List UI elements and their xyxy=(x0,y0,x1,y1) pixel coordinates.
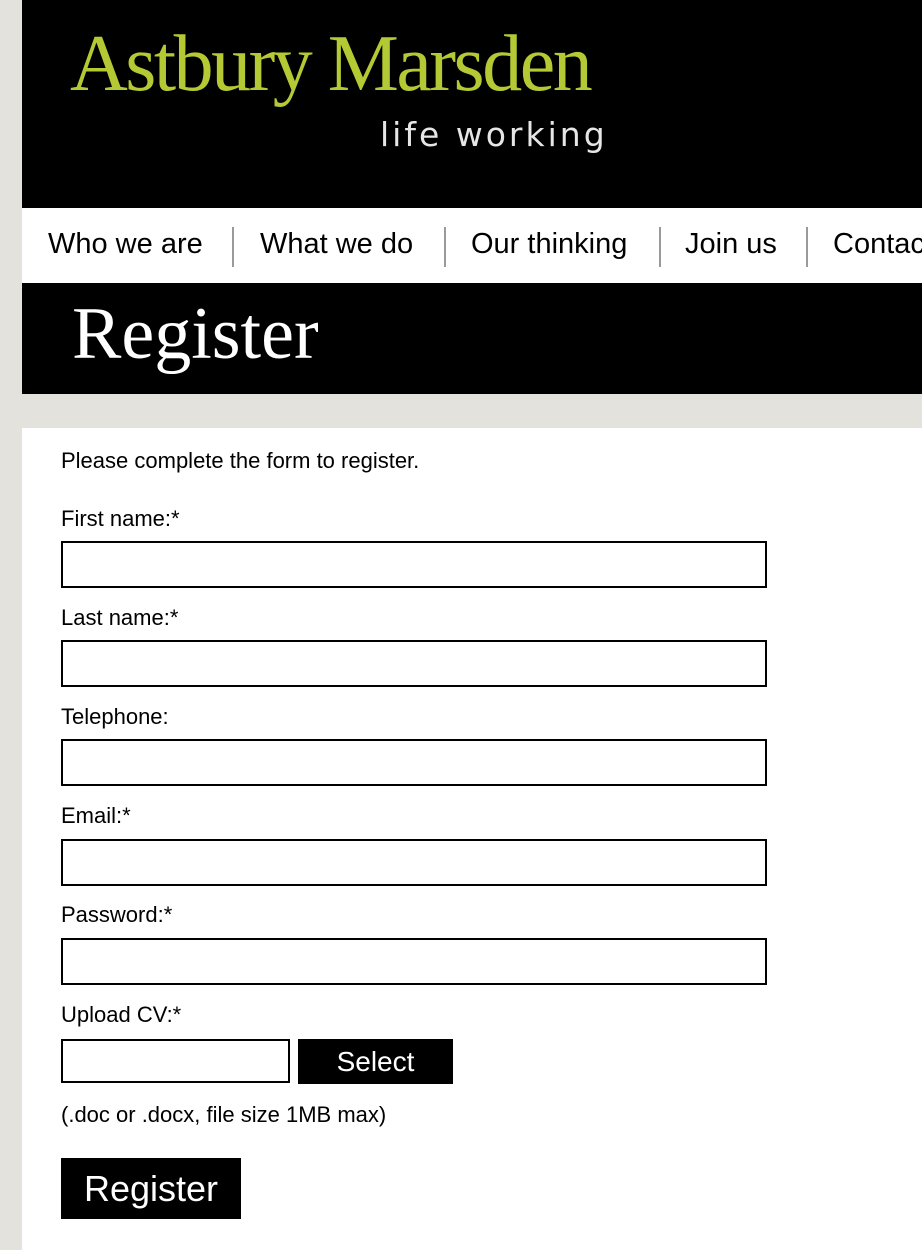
nav-item-who-we-are[interactable]: Who we are xyxy=(48,208,203,283)
nav-divider xyxy=(444,227,446,267)
last-name-label: Last name:* xyxy=(61,605,179,630)
cv-file-hint: (.doc or .docx, file size 1MB max) xyxy=(61,1102,387,1127)
nav-item-join-us[interactable]: Join us xyxy=(685,208,777,283)
site-header: Astbury Marsden life working xyxy=(22,0,922,208)
nav-divider xyxy=(806,227,808,267)
logo-tagline: life working xyxy=(380,115,608,154)
page-title: Register xyxy=(72,293,319,375)
page: Astbury Marsden life working Who we are … xyxy=(22,0,922,1250)
cv-file-input[interactable] xyxy=(61,1039,290,1083)
nav-divider xyxy=(232,227,234,267)
telephone-input[interactable] xyxy=(61,739,767,786)
password-input[interactable] xyxy=(61,938,767,985)
nav-item-our-thinking[interactable]: Our thinking xyxy=(471,208,627,283)
nav-item-contact[interactable]: Contac xyxy=(833,208,922,283)
form-intro: Please complete the form to register. xyxy=(61,448,420,473)
nav-divider xyxy=(659,227,661,267)
main-nav: Who we are What we do Our thinking Join … xyxy=(22,208,922,283)
first-name-label: First name:* xyxy=(61,506,180,531)
logo[interactable]: Astbury Marsden xyxy=(70,24,593,104)
password-label: Password:* xyxy=(61,902,173,927)
register-form: Please complete the form to register. Fi… xyxy=(22,428,922,1250)
email-input[interactable] xyxy=(61,839,767,886)
select-file-button[interactable]: Select xyxy=(298,1039,453,1084)
telephone-label: Telephone: xyxy=(61,704,169,729)
upload-cv-label: Upload CV:* xyxy=(61,1002,182,1027)
email-label: Email:* xyxy=(61,803,131,828)
nav-item-what-we-do[interactable]: What we do xyxy=(260,208,413,283)
register-button[interactable]: Register xyxy=(61,1158,241,1219)
first-name-input[interactable] xyxy=(61,541,767,588)
last-name-input[interactable] xyxy=(61,640,767,687)
title-bar: Register xyxy=(22,283,922,394)
